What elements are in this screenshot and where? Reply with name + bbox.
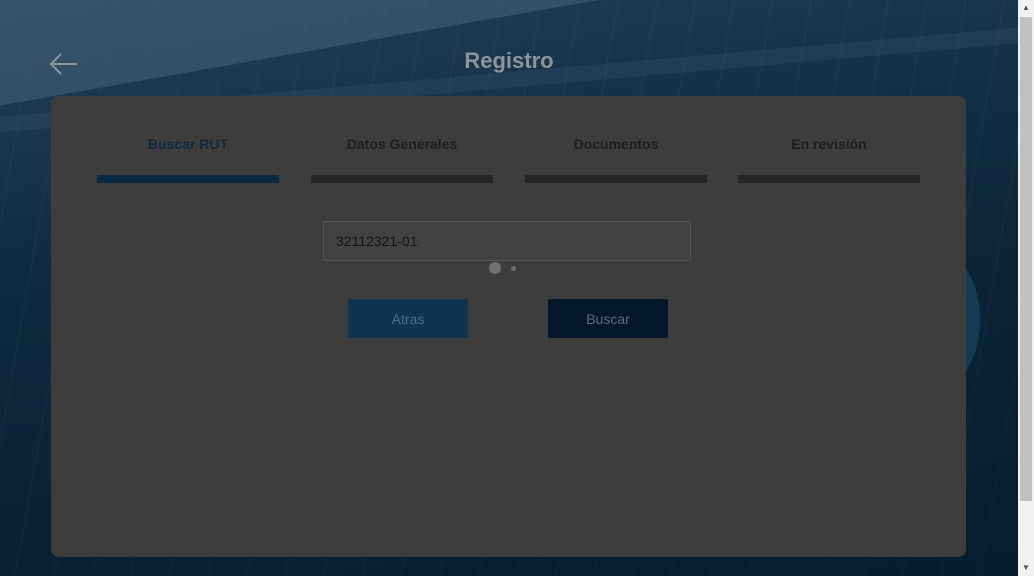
registration-card: Buscar RUT Datos Generales Documentos En… [51,96,966,557]
scroll-up-icon[interactable]: ▲ [1018,0,1034,16]
rut-input[interactable] [323,221,691,261]
step-progress-bar [97,175,279,183]
step-label: En revisión [791,136,867,152]
step-progress-bar [738,175,920,183]
search-button[interactable]: Buscar [548,299,668,338]
loading-dot [489,262,501,274]
step-label: Buscar RUT [147,136,229,152]
scrollbar-thumb[interactable] [1020,17,1032,501]
step-progress-bar [311,175,493,183]
page-title: Registro [464,48,554,73]
step-label: Datos Generales [346,136,458,152]
scroll-down-icon[interactable]: ▼ [1018,560,1034,576]
loading-dot [511,266,516,271]
back-button[interactable]: Atras [348,299,468,338]
step-progress-bar [525,175,707,183]
step-label: Documentos [573,136,659,152]
vertical-scrollbar[interactable]: ▲ ▼ [1018,0,1034,576]
